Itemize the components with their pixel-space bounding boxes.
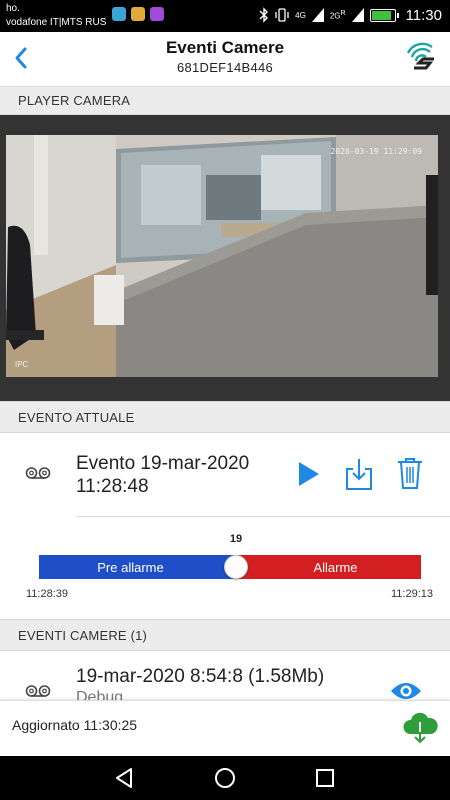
play-icon[interactable] bbox=[297, 460, 321, 488]
footer-bar: Aggiornato 11:30:25 bbox=[0, 700, 450, 756]
camera-video-frame[interactable]: 2020-03-19 11:29:09 IPC bbox=[6, 135, 438, 377]
nav-back-icon[interactable] bbox=[113, 766, 137, 790]
app-header: Eventi Camere 681DEF14B446 bbox=[0, 32, 450, 86]
divider bbox=[76, 516, 450, 517]
section-header-current-event: EVENTO ATTUALE bbox=[0, 401, 450, 433]
signal-icon-2 bbox=[351, 8, 364, 22]
timeline-position-count: 19 bbox=[229, 533, 243, 545]
event-item-title: 19-mar-2020 8:54:8 (1.58Mb) bbox=[76, 666, 325, 687]
roaming-label: R bbox=[340, 9, 346, 17]
clock: 11:30 bbox=[405, 6, 442, 24]
camera-overlay-label: IPC bbox=[15, 360, 29, 369]
camera-snapshot bbox=[6, 135, 438, 377]
section-header-player: PLAYER CAMERA bbox=[0, 86, 450, 115]
weather-app-icon bbox=[112, 7, 126, 21]
carrier-label-secondary: vodafone IT|MTS RUS bbox=[6, 17, 107, 28]
timeline-end-time: 11:29:13 bbox=[390, 588, 433, 600]
section-title: PLAYER CAMERA bbox=[18, 93, 131, 108]
current-event-title: Evento 19-mar-2020 11:28:48 bbox=[76, 453, 250, 497]
notification-icons bbox=[112, 7, 164, 21]
signal-icon bbox=[311, 8, 324, 22]
page-title: Eventi Camere bbox=[165, 38, 285, 57]
alarm-label: Allarme bbox=[313, 559, 358, 575]
section-title: EVENTI CAMERE (1) bbox=[18, 627, 148, 643]
delete-trash-icon[interactable] bbox=[397, 457, 423, 490]
view-eye-icon[interactable] bbox=[390, 681, 422, 701]
carrier-label: ho. bbox=[6, 3, 20, 14]
photo-app-icon bbox=[150, 7, 164, 21]
camera-timestamp: 2020-03-19 11:29:09 bbox=[330, 147, 422, 156]
timeline-start-time: 11:28:39 bbox=[26, 588, 69, 600]
nav-recents-icon[interactable] bbox=[313, 766, 337, 790]
recording-tape-icon bbox=[25, 467, 51, 479]
list-item[interactable]: 19-mar-2020 8:54:8 (1.58Mb) Debug bbox=[0, 651, 450, 701]
battery-icon bbox=[369, 8, 399, 22]
brand-logo-icon bbox=[406, 42, 434, 70]
status-bar: ho. vodafone IT|MTS RUS 4G 2GR 11:30 bbox=[0, 0, 450, 32]
pre-alarm-label: Pre allarme bbox=[97, 559, 164, 575]
nav-home-icon[interactable] bbox=[213, 766, 237, 790]
pre-alarm-segment: Pre allarme bbox=[39, 555, 236, 579]
timeline-slider-handle[interactable] bbox=[224, 555, 248, 579]
recording-tape-icon bbox=[25, 685, 51, 697]
vibrate-icon bbox=[275, 8, 289, 22]
last-updated-label: Aggiornato 11:30:25 bbox=[12, 717, 138, 733]
download-icon[interactable] bbox=[345, 457, 373, 491]
device-id: 681DEF14B446 bbox=[176, 60, 274, 75]
network-type-label-2: 2GR bbox=[329, 9, 346, 21]
network-type-label: 4G bbox=[295, 10, 306, 20]
section-title: EVENTO ATTUALE bbox=[18, 409, 135, 425]
bluetooth-icon bbox=[259, 7, 269, 23]
alarm-segment: Allarme bbox=[236, 555, 421, 579]
gallery-app-icon bbox=[131, 7, 145, 21]
cloud-download-icon[interactable] bbox=[402, 708, 438, 744]
section-header-camera-events: EVENTI CAMERE (1) bbox=[0, 619, 450, 651]
system-navigation-bar bbox=[0, 756, 450, 800]
